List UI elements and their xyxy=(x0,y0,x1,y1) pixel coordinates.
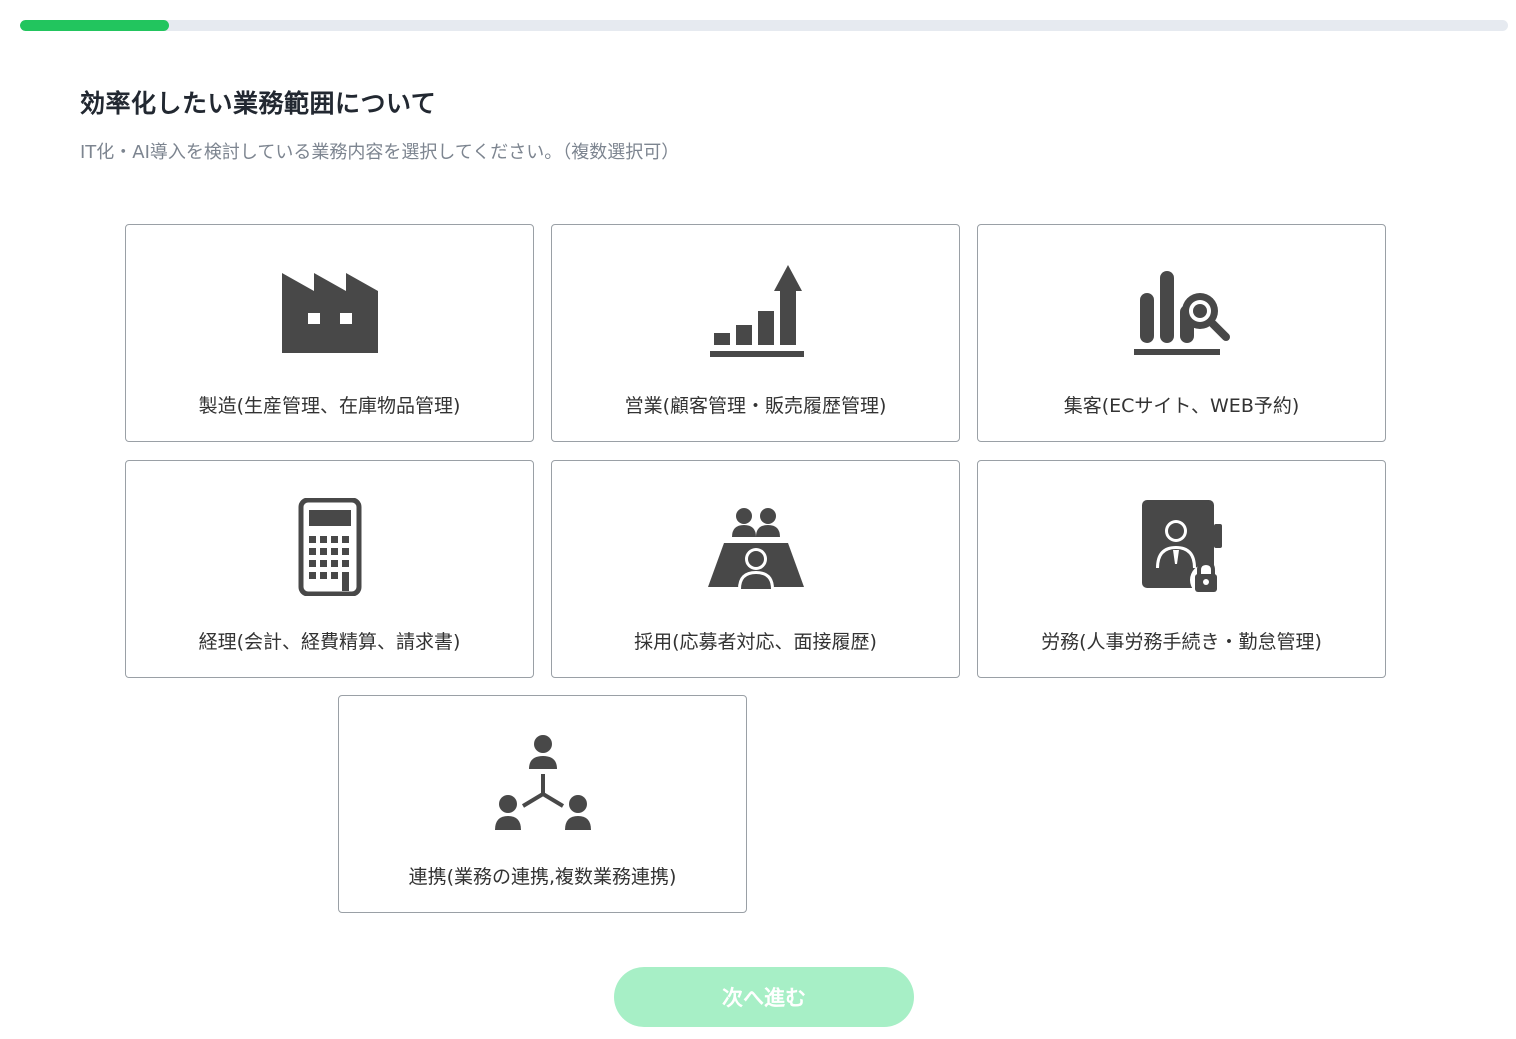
option-label: 集客(ECサイト、WEB予約) xyxy=(1063,395,1300,417)
network-people-icon xyxy=(491,732,595,832)
page-subtitle: IT化・AI導入を検討している業務内容を選択してください。（複数選択可） xyxy=(80,142,680,163)
growth-chart-icon xyxy=(704,261,808,361)
progress-bar xyxy=(20,20,1508,31)
option-label: 労務(人事労務手続き・勤怠管理) xyxy=(1041,631,1322,653)
calculator-icon xyxy=(278,497,382,597)
option-card-customer-acquisition[interactable]: 集客(ECサイト、WEB予約) xyxy=(977,224,1386,442)
factory-icon xyxy=(278,261,382,361)
option-label: 製造(生産管理、在庫物品管理) xyxy=(198,395,461,417)
option-label: 経理(会計、経費精算、請求書) xyxy=(198,631,461,653)
option-card-integration[interactable]: 連携(業務の連携,複数業務連携) xyxy=(338,695,747,913)
option-card-sales[interactable]: 営業(顧客管理・販売履歴管理) xyxy=(551,224,960,442)
option-label: 連携(業務の連携,複数業務連携) xyxy=(408,866,677,888)
page-title: 効率化したい業務範囲について xyxy=(80,89,437,118)
progress-bar-fill xyxy=(20,20,169,31)
option-card-accounting[interactable]: 経理(会計、経費精算、請求書) xyxy=(125,460,534,678)
option-card-labor[interactable]: 労務(人事労務手続き・勤怠管理) xyxy=(977,460,1386,678)
personnel-file-lock-icon xyxy=(1130,497,1234,597)
option-card-manufacturing[interactable]: 製造(生産管理、在庫物品管理) xyxy=(125,224,534,442)
option-label: 採用(応募者対応、面接履歴) xyxy=(634,631,877,653)
next-button[interactable]: 次へ進む xyxy=(614,967,914,1027)
chart-search-icon xyxy=(1130,261,1234,361)
interview-icon xyxy=(704,497,808,597)
option-label: 営業(顧客管理・販売履歴管理) xyxy=(624,395,887,417)
option-grid: 製造(生産管理、在庫物品管理) 営業(顧客管理・販売履歴管理) 集客(ECサイト… xyxy=(125,224,1388,916)
option-card-recruitment[interactable]: 採用(応募者対応、面接履歴) xyxy=(551,460,960,678)
